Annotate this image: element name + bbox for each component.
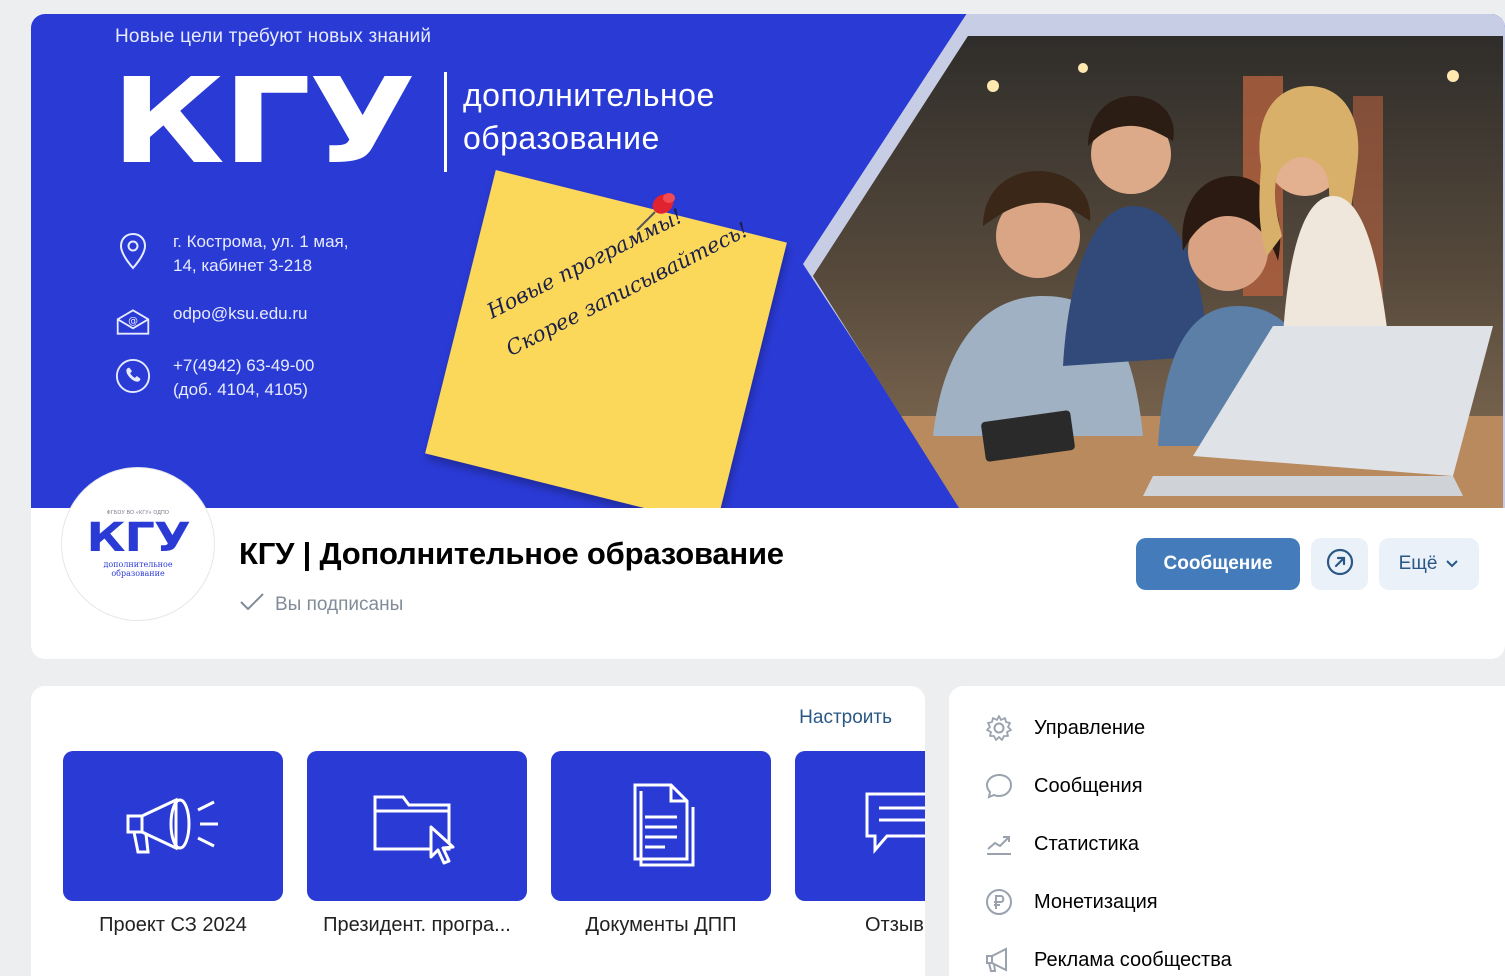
tile-label: Президент. програ... <box>323 914 511 936</box>
menu-item-label: Управление <box>1034 716 1146 739</box>
email-icon: @ <box>115 302 151 342</box>
logo-sub-line2: образование <box>463 120 660 156</box>
menu-item-statistics[interactable]: Статистика <box>984 829 1139 859</box>
tile-label: Документы ДПП <box>585 914 737 936</box>
menu-item-management[interactable]: Управление <box>984 713 1145 743</box>
tile-label: Проект СЗ 2024 <box>99 914 247 936</box>
megaphone-icon <box>984 945 1014 975</box>
avatar-subtitle: дополнительное образование <box>103 560 172 578</box>
admin-menu: Управление Сообщения Статистика Монетиза… <box>949 686 1505 976</box>
tile-image <box>551 751 771 901</box>
link-tile[interactable]: Президент. програ... <box>307 751 527 937</box>
share-button[interactable] <box>1311 538 1368 590</box>
pushpin-icon <box>631 186 681 241</box>
logo-divider <box>444 72 447 172</box>
link-tile[interactable]: Проект СЗ 2024 <box>63 751 283 937</box>
contact-address: г. Кострома, ул. 1 мая, 14, кабинет 3-21… <box>115 230 348 278</box>
folder-icon <box>367 779 467 874</box>
avatar-sub-line1: дополнительное <box>103 560 173 569</box>
more-button[interactable]: Ещё <box>1379 538 1479 590</box>
tile-image <box>307 751 527 901</box>
tile-label: Отзывы <box>865 914 925 936</box>
chat-icon <box>861 784 925 869</box>
ruble-icon <box>984 887 1014 917</box>
address-line2: 14, кабинет 3-218 <box>173 256 313 275</box>
message-icon <box>984 771 1014 801</box>
page-title: КГУ | Дополнительное образование <box>239 536 784 571</box>
chevron-down-icon <box>1445 553 1459 575</box>
menu-item-label: Статистика <box>1034 832 1140 855</box>
stats-icon <box>984 829 1014 859</box>
megaphone-icon <box>118 784 228 869</box>
cover-banner: Новые цели требуют новых знаний КГУ допо… <box>31 14 1505 508</box>
arrow-up-right-circle-icon <box>1325 547 1355 582</box>
phone-icon <box>115 356 151 396</box>
tile-image <box>795 751 925 901</box>
avatar-logo: КГУ <box>86 515 190 561</box>
cover-logo: КГУ <box>111 52 416 190</box>
link-tile[interactable]: Отзывы <box>795 751 925 937</box>
phone-line2: (доб. 4104, 4105) <box>173 380 308 399</box>
menu-item-advertising[interactable]: Реклама сообщества <box>984 945 1232 975</box>
contact-phone: +7(4942) 63-49-00 (доб. 4104, 4105) <box>115 354 314 402</box>
contact-email: @ odpo@ksu.edu.ru <box>115 302 307 342</box>
menu-item-label: Реклама сообщества <box>1034 948 1232 971</box>
cover-logo-subtitle: дополнительное образование <box>463 74 715 160</box>
group-avatar[interactable]: ФГБОУ ВО «КГУ» ОДПО КГУ дополнительное о… <box>62 468 214 620</box>
checkmark-icon <box>239 592 265 618</box>
document-icon <box>621 779 701 874</box>
link-tile[interactable]: Документы ДПП <box>551 751 771 937</box>
avatar-sub-line2: образование <box>111 569 165 578</box>
menu-item-label: Монетизация <box>1034 890 1158 913</box>
phone-line1: +7(4942) 63-49-00 <box>173 356 315 375</box>
more-label: Ещё <box>1398 553 1438 574</box>
svg-text:@: @ <box>128 316 138 327</box>
cover-slogan: Новые цели требуют новых знаний <box>115 26 432 47</box>
gear-icon <box>984 713 1014 743</box>
subscription-status[interactable]: Вы подписаны <box>239 592 403 618</box>
setup-link[interactable]: Настроить <box>799 707 892 729</box>
menu-item-monetization[interactable]: Монетизация <box>984 887 1158 917</box>
logo-sub-line1: дополнительное <box>463 77 715 113</box>
message-button[interactable]: Сообщение <box>1136 538 1300 590</box>
menu-item-messages[interactable]: Сообщения <box>984 771 1143 801</box>
email-text: odpo@ksu.edu.ru <box>173 304 308 323</box>
tile-image <box>63 751 283 901</box>
subscription-label: Вы подписаны <box>275 594 404 615</box>
menu-item-label: Сообщения <box>1034 774 1143 797</box>
links-card: Настроить Проект СЗ 2024 Президент. прог… <box>31 686 925 976</box>
address-line1: г. Кострома, ул. 1 мая, <box>173 232 349 251</box>
location-pin-icon <box>115 232 151 272</box>
